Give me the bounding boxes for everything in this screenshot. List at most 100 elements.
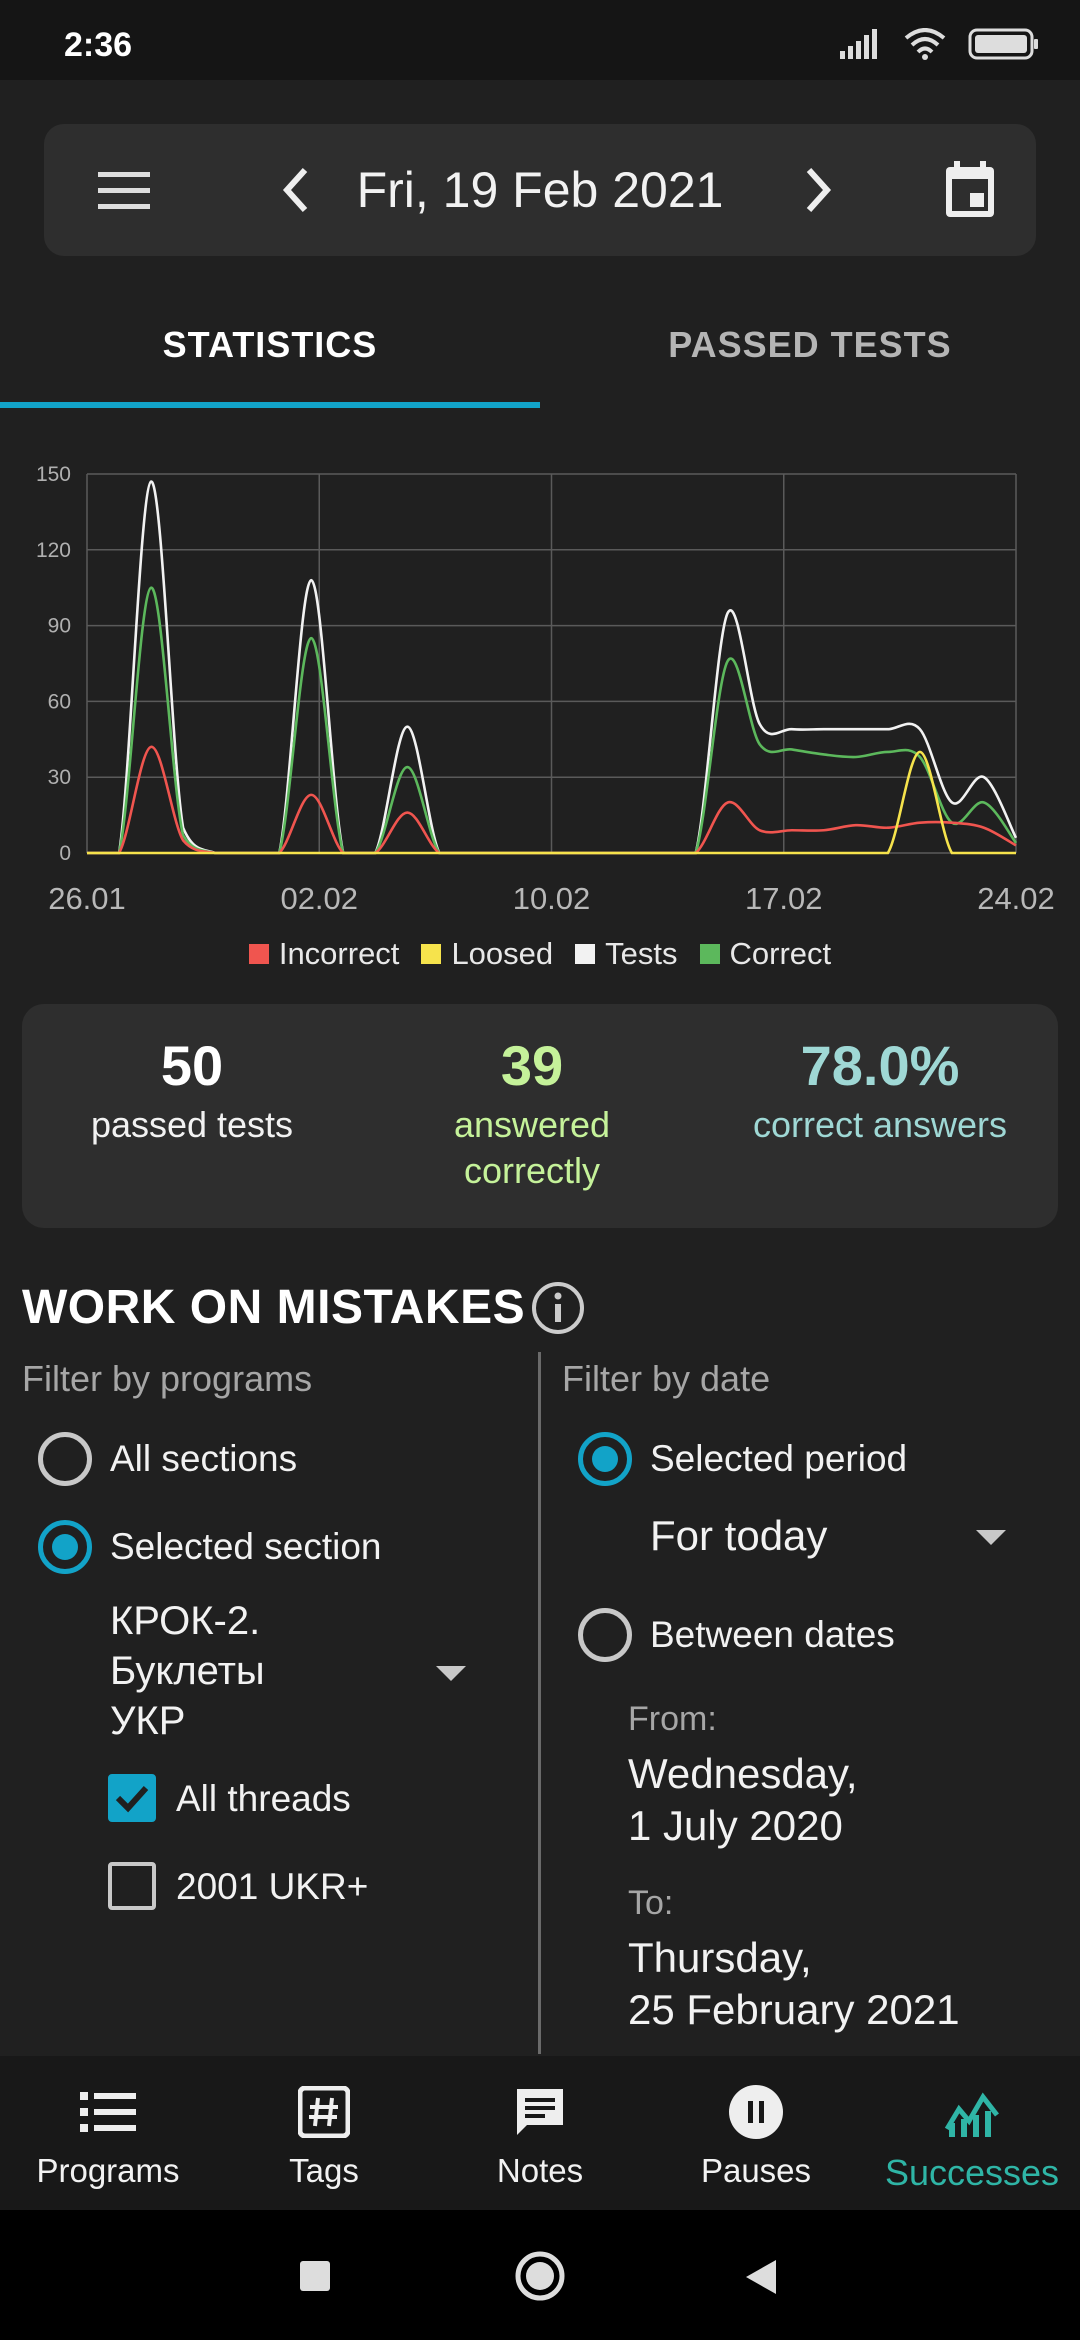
recents-icon[interactable] (299, 2260, 331, 2292)
legend-swatch (421, 944, 442, 964)
column-divider (538, 1352, 541, 2054)
current-date[interactable]: Fri, 19 Feb 2021 (344, 124, 736, 256)
nav-tags[interactable]: Tags (216, 2056, 432, 2210)
x-axis-ticks: 26.01 02.02 10.02 17.02 24.02 (48, 881, 1055, 916)
summary-card: 50 passed tests 39 answered correctly 78… (22, 1004, 1058, 1228)
tab-statistics[interactable]: STATISTICS (0, 290, 540, 400)
legend-label: Loosed (451, 936, 554, 971)
wifi-icon (904, 28, 946, 60)
legend-label: Correct (729, 936, 832, 971)
nav-pauses[interactable]: Pauses (648, 2056, 864, 2210)
menu-button[interactable] (88, 124, 160, 256)
status-bar: 2:36 (0, 0, 1080, 80)
all-sections-label[interactable]: All sections (110, 1438, 297, 1480)
correct-answers-label: correct answers (752, 1104, 1008, 1145)
nav-successes[interactable]: Successes (864, 2056, 1080, 2210)
section-title: WORK ON MISTAKES (22, 1281, 526, 1334)
chart-legend: Incorrect Loosed Tests Correct (0, 934, 1080, 974)
from-date[interactable]: Wednesday, 1 July 2020 (628, 1748, 858, 1852)
nav-tags-label: Tags (289, 2152, 359, 2189)
y-tick-label: 60 (48, 690, 71, 713)
status-icons (838, 26, 1040, 62)
legend-swatch (575, 944, 596, 964)
chevron-left-icon (282, 167, 308, 213)
legend-item-tests: Tests (575, 936, 678, 972)
period-dropdown-icon[interactable] (976, 1530, 1006, 1545)
date-toolbar: Fri, 19 Feb 2021 (44, 124, 1036, 256)
bottom-navigation: Programs Tags Notes Pauses Successes (0, 2056, 1080, 2210)
passed-tests-label: passed tests (90, 1104, 294, 1145)
date-filter-label: Filter by date (562, 1358, 771, 1399)
calendar-icon (946, 161, 994, 217)
answered-correctly-label: answered correctly (453, 1104, 611, 1191)
legend-item-correct: Correct (699, 936, 832, 972)
nav-programs[interactable]: Programs (0, 2056, 216, 2210)
info-button[interactable] (530, 1280, 586, 1341)
answered-correctly-value: 39 (500, 1034, 564, 1097)
nav-notes[interactable]: Notes (432, 2056, 648, 2210)
check-icon (115, 1785, 149, 1813)
selected-period-label[interactable]: Selected period (650, 1438, 907, 1480)
home-icon[interactable] (514, 2250, 566, 2302)
to-label: To: (628, 1884, 674, 1922)
x-tick-label: 02.02 (280, 881, 358, 916)
note-icon (510, 2082, 570, 2142)
y-tick-label: 150 (36, 463, 71, 486)
list-icon (78, 2082, 138, 2142)
tab-passed-tests[interactable]: PASSED TESTS (540, 290, 1080, 400)
nav-programs-label: Programs (36, 2152, 180, 2189)
nav-successes-label: Successes (884, 2152, 1060, 2193)
all-threads-checkbox[interactable] (108, 1774, 156, 1822)
from-label: From: (628, 1700, 717, 1738)
info-icon (532, 1282, 584, 1334)
y-tick-label: 30 (48, 766, 71, 789)
chart-grid (86, 473, 1017, 854)
legend-label: Incorrect (278, 936, 400, 971)
thread-label[interactable]: 2001 UKR+ (176, 1866, 368, 1908)
between-dates-radio[interactable] (578, 1608, 632, 1662)
menu-icon (98, 172, 150, 209)
program-dropdown-icon[interactable] (436, 1666, 466, 1681)
system-navigation-bar (0, 2210, 1080, 2340)
back-icon[interactable] (744, 2258, 778, 2296)
battery-icon (968, 28, 1038, 60)
y-tick-label: 0 (59, 842, 71, 865)
x-tick-label: 24.02 (977, 881, 1055, 916)
between-dates-label[interactable]: Between dates (650, 1614, 895, 1656)
next-day-button[interactable] (786, 124, 850, 256)
to-date[interactable]: Thursday, 25 February 2021 (628, 1932, 960, 2036)
calendar-button[interactable] (938, 124, 1002, 256)
x-tick-label: 17.02 (745, 881, 823, 916)
correct-answers-value: 78.0% (800, 1034, 960, 1097)
y-tick-label: 90 (48, 615, 71, 638)
correct-answers-stat: 78.0% correct answers (702, 1034, 1058, 1148)
legend-item-loosed: Loosed (421, 936, 553, 972)
statistics-chart: 0 30 60 90 120 150 26.01 02.02 10.02 17.02 24.02 (36, 463, 1055, 916)
selected-section-radio[interactable] (38, 1520, 92, 1574)
hash-icon (294, 2082, 354, 2142)
status-time: 2:36 (64, 26, 133, 64)
previous-day-button[interactable] (264, 124, 328, 256)
legend-item-incorrect: Incorrect (248, 936, 400, 972)
x-tick-label: 26.01 (48, 881, 126, 916)
passed-tests-value: 50 (160, 1034, 224, 1097)
legend-label: Tests (605, 936, 678, 971)
program-select[interactable]: КРОК-2. Буклеты УКР (110, 1596, 350, 1746)
programs-filter-label: Filter by programs (22, 1358, 313, 1399)
y-tick-label: 120 (36, 539, 71, 562)
pause-icon (726, 2082, 786, 2142)
period-select[interactable]: For today (650, 1512, 827, 1560)
chart-icon (942, 2082, 1002, 2142)
thread-checkbox[interactable] (108, 1862, 156, 1910)
answered-correctly-stat: 39 answered correctly (362, 1034, 702, 1194)
tab-indicator (0, 402, 540, 408)
selected-section-label[interactable]: Selected section (110, 1526, 382, 1568)
legend-swatch (248, 944, 269, 964)
all-threads-label[interactable]: All threads (176, 1778, 351, 1820)
nav-notes-label: Notes (496, 2152, 584, 2189)
tab-bar: STATISTICS PASSED TESTS (0, 290, 1080, 410)
y-axis-ticks: 0 30 60 90 120 150 (36, 463, 71, 865)
chevron-right-icon (806, 167, 832, 213)
selected-period-radio[interactable] (578, 1432, 632, 1486)
all-sections-radio[interactable] (38, 1432, 92, 1486)
